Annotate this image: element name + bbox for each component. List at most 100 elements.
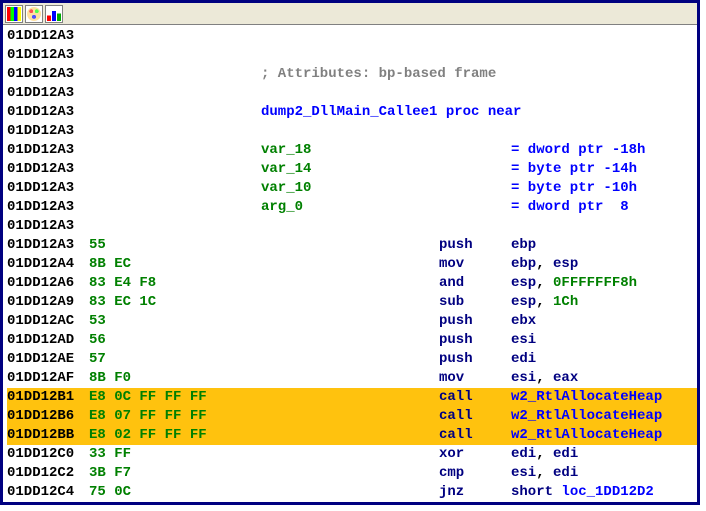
disasm-line[interactable]: 01DD12BBE8 02 FF FF FFcallw2_RtlAllocate… xyxy=(7,426,697,445)
mid-column xyxy=(261,293,439,312)
opcode-bytes: 57 xyxy=(89,350,261,369)
operands: w2_RtlAllocateHeap xyxy=(511,388,697,407)
disassembly-listing[interactable]: 01DD12A301DD12A301DD12A3; Attributes: bp… xyxy=(3,25,697,503)
mnemonic: call xyxy=(439,426,511,445)
disasm-line[interactable]: 01DD12AD56pushesi xyxy=(7,331,697,350)
operands: ebx xyxy=(511,312,697,331)
address: 01DD12A4 xyxy=(7,255,89,274)
mid-column xyxy=(261,445,439,464)
opcode-bytes: 83 E4 F8 xyxy=(89,274,261,293)
mid-column xyxy=(261,27,439,46)
disasm-line[interactable]: 01DD12A3var_18= dword ptr -18h xyxy=(7,141,697,160)
disasm-line[interactable]: 01DD12A3; Attributes: bp-based frame xyxy=(7,65,697,84)
address: 01DD12A3 xyxy=(7,84,89,103)
opcode-bytes xyxy=(89,46,261,65)
palette-icon[interactable] xyxy=(25,5,43,23)
address: 01DD12A3 xyxy=(7,65,89,84)
mid-column xyxy=(261,388,439,407)
chart-icon[interactable] xyxy=(45,5,63,23)
mid-column: arg_0 xyxy=(261,198,439,217)
mnemonic: push xyxy=(439,350,511,369)
address: 01DD12B6 xyxy=(7,407,89,426)
disasm-line[interactable]: 01DD12AC53pushebx xyxy=(7,312,697,331)
opcode-bytes: 83 EC 1C xyxy=(89,293,261,312)
mid-column xyxy=(261,350,439,369)
disasm-line[interactable]: 01DD12A3 xyxy=(7,122,697,141)
var-def: = byte ptr -10h xyxy=(511,179,697,198)
opcode-bytes xyxy=(89,27,261,46)
disasm-line[interactable]: 01DD12A683 E4 F8andesp, 0FFFFFFF8h xyxy=(7,274,697,293)
opcode-bytes xyxy=(89,160,261,179)
address: 01DD12AF xyxy=(7,369,89,388)
mnemonic: call xyxy=(439,407,511,426)
var-def: = dword ptr 8 xyxy=(511,198,697,217)
operands: edi, edi xyxy=(511,445,697,464)
mid-column: var_14 xyxy=(261,160,439,179)
disasm-line[interactable]: 01DD12AF8B F0movesi, eax xyxy=(7,369,697,388)
mid-column xyxy=(261,122,439,141)
disasm-line[interactable]: 01DD12A3 xyxy=(7,84,697,103)
mnemonic xyxy=(439,122,511,141)
disasm-line[interactable]: 01DD12A3 dump2_DllMain_Callee1 proc near xyxy=(7,103,697,122)
disasm-line[interactable]: 01DD12C475 0Cjnzshort loc_1DD12D2 xyxy=(7,483,697,502)
var-name: var_14 xyxy=(261,161,311,177)
opcode-bytes xyxy=(89,217,261,236)
disasm-line[interactable]: 01DD12A3var_14= byte ptr -14h xyxy=(7,160,697,179)
disasm-line[interactable]: 01DD12B6E8 07 FF FF FF callw2_RtlAllocate… xyxy=(7,407,697,426)
mid-column xyxy=(261,407,439,426)
mnemonic xyxy=(439,217,511,236)
stripes-icon[interactable] xyxy=(5,5,23,23)
mid-column: dump2_DllMain_Callee1 proc near xyxy=(261,103,439,122)
disasm-line[interactable]: 01DD12A355pushebp xyxy=(7,236,697,255)
operands xyxy=(511,84,697,103)
address: 01DD12AE xyxy=(7,350,89,369)
opcode-bytes: E8 07 FF FF FF xyxy=(89,407,261,426)
opcode-bytes: 56 xyxy=(89,331,261,350)
disasm-line[interactable]: 01DD12A3 var_10 = byte ptr -10h xyxy=(7,179,697,198)
address: 01DD12A3 xyxy=(7,160,89,179)
disasm-line[interactable]: 01DD12A983 EC 1Csubesp, 1Ch xyxy=(7,293,697,312)
opcode-bytes xyxy=(89,122,261,141)
disasm-line[interactable]: 01DD12C23B F7cmpesi, edi xyxy=(7,464,697,483)
disasm-line[interactable]: 01DD12A3 xyxy=(7,46,697,65)
var-name: var_18 xyxy=(261,142,311,158)
address: 01DD12AC xyxy=(7,312,89,331)
mnemonic: and xyxy=(439,274,511,293)
operands: esi xyxy=(511,331,697,350)
mnemonic: push xyxy=(439,236,511,255)
operands: short loc_1DD12D2 xyxy=(511,483,697,502)
opcode-bytes: E8 0C FF FF FF xyxy=(89,388,261,407)
disasm-line[interactable]: 01DD12A48B ECmovebp, esp xyxy=(7,255,697,274)
address: 01DD12A3 xyxy=(7,179,89,198)
address: 01DD12A3 xyxy=(7,46,89,65)
disasm-line[interactable]: 01DD12A3arg_0= dword ptr 8 xyxy=(7,198,697,217)
mnemonic: xor xyxy=(439,445,511,464)
opcode-bytes xyxy=(89,65,261,84)
disasm-line[interactable]: 01DD12B1E8 0C FF FF FFcallw2_RtlAllocate… xyxy=(7,388,697,407)
address: 01DD12B1 xyxy=(7,388,89,407)
disasm-line[interactable]: 01DD12C033 FF xoredi, edi xyxy=(7,445,697,464)
var-name: var_10 xyxy=(261,180,311,196)
mnemonic: push xyxy=(439,331,511,350)
opcode-bytes xyxy=(89,179,261,198)
operands: esi, edi xyxy=(511,464,697,483)
address: 01DD12A6 xyxy=(7,274,89,293)
address: 01DD12A3 xyxy=(7,103,89,122)
disasm-line[interactable]: 01DD12A3 xyxy=(7,217,697,236)
disasm-line[interactable]: 01DD12AE57pushedi xyxy=(7,350,697,369)
opcode-bytes xyxy=(89,141,261,160)
address: 01DD12A3 xyxy=(7,27,89,46)
mnemonic: cmp xyxy=(439,464,511,483)
mid-column xyxy=(261,274,439,293)
opcode-bytes: 33 FF xyxy=(89,445,261,464)
mnemonic xyxy=(439,46,511,65)
address: 01DD12BB xyxy=(7,426,89,445)
disasm-line[interactable]: 01DD12A3 xyxy=(7,27,697,46)
operands: w2_RtlAllocateHeap xyxy=(511,407,697,426)
operands: w2_RtlAllocateHeap xyxy=(511,426,697,445)
mnemonic: jnz xyxy=(439,483,511,502)
var-name: arg_0 xyxy=(261,199,303,215)
address: 01DD12C0 xyxy=(7,445,89,464)
opcode-bytes xyxy=(89,198,261,217)
mid-column xyxy=(261,46,439,65)
